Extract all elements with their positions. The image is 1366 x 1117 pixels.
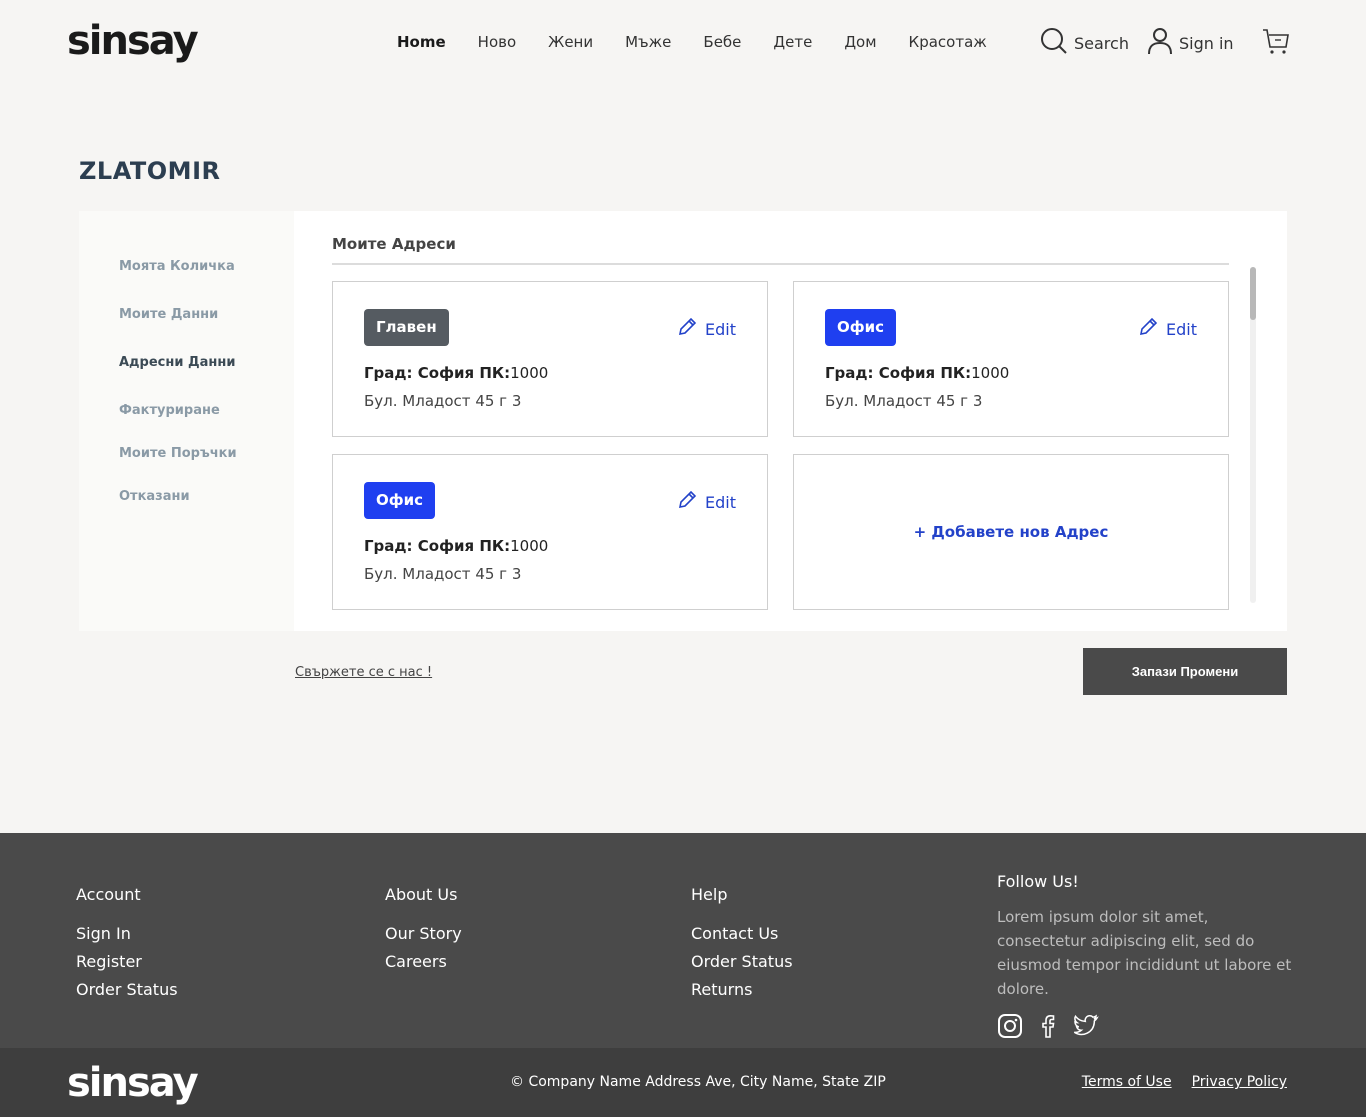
account-panel: Моята Количка Моите Данни Адресни Данни … <box>79 211 1287 631</box>
main-nav: Home Ново Жени Мъже Бебе Дете Дом Красот… <box>397 30 1019 54</box>
footer-brand-logo[interactable]: sinsay <box>67 1060 199 1106</box>
copyright-text: © Company Name Address Ave, City Name, S… <box>510 1074 886 1090</box>
footer-link-returns[interactable]: Returns <box>691 976 793 1004</box>
address-badge: Офис <box>364 482 436 519</box>
cart-icon <box>1261 29 1291 61</box>
nav-item-home[interactable]: Home <box>397 30 446 54</box>
address-city: Град: София ПК:1000 <box>364 537 548 555</box>
nav-item-beauty[interactable]: Красотаж <box>909 30 987 54</box>
footer-heading: Follow Us! <box>997 872 1079 891</box>
address-card: Офис Edit Град: София ПК:1000 Бул. Младо… <box>793 281 1229 437</box>
edit-label: Edit <box>705 319 736 339</box>
search-icon <box>1040 27 1068 59</box>
legal-links: Terms of Use Privacy Policy <box>1082 1074 1287 1090</box>
add-address-card[interactable]: + Добавете нов Адрес <box>793 454 1229 610</box>
footer-link-order-status[interactable]: Order Status <box>691 948 793 976</box>
sidebar-item-my-orders[interactable]: Моите Поръчки <box>119 446 237 461</box>
cart-button[interactable] <box>1261 27 1291 61</box>
nav-item-new[interactable]: Ново <box>478 30 516 54</box>
postcode: 1000 <box>510 537 549 555</box>
sign-in-button[interactable]: Sign in <box>1147 27 1234 59</box>
contact-us-link[interactable]: Свържете се с нас ! <box>295 665 432 680</box>
address-street: Бул. Младост 45 г 3 <box>364 392 522 410</box>
footer-link-register[interactable]: Register <box>76 948 178 976</box>
footer-link-contact-us[interactable]: Contact Us <box>691 920 793 948</box>
footer-heading: About Us <box>385 885 458 904</box>
nav-item-baby[interactable]: Бебе <box>703 30 741 54</box>
twitter-icon[interactable] <box>1073 1013 1099 1043</box>
address-street: Бул. Младост 45 г 3 <box>364 565 522 583</box>
footer-heading: Account <box>76 885 141 904</box>
footer-follow-column: Follow Us! Lorem ipsum dolor sit amet, c… <box>997 872 1297 1043</box>
nav-item-men[interactable]: Мъже <box>625 30 671 54</box>
address-city: Град: София ПК:1000 <box>364 364 548 382</box>
search-label: Search <box>1074 33 1129 53</box>
social-links <box>997 1013 1297 1043</box>
nav-item-women[interactable]: Жени <box>548 30 593 54</box>
edit-address-button[interactable]: Edit <box>1138 317 1197 341</box>
city-label: Град: София ПК: <box>825 364 972 382</box>
sidebar-item-billing[interactable]: Фактуриране <box>119 403 220 418</box>
sidebar-item-cancelled[interactable]: Отказани <box>119 489 190 504</box>
city-label: Град: София ПК: <box>364 364 511 382</box>
sign-in-label: Sign in <box>1179 33 1234 53</box>
address-badge: Главен <box>364 309 449 346</box>
add-address-link[interactable]: + Добавете нов Адрес <box>794 523 1228 541</box>
edit-address-button[interactable]: Edit <box>677 490 736 514</box>
footer-heading: Help <box>691 885 728 904</box>
sidebar-item-my-data[interactable]: Моите Данни <box>119 307 218 322</box>
footer-help-column: Help Contact Us Order Status Returns <box>691 885 793 1004</box>
user-icon <box>1147 27 1173 59</box>
sidebar-item-addresses[interactable]: Адресни Данни <box>119 355 235 370</box>
address-badge: Офис <box>825 309 897 346</box>
site-header: sinsay Home Ново Жени Мъже Бебе Дете Дом… <box>0 0 1366 84</box>
nav-item-kids[interactable]: Дете <box>773 30 812 54</box>
address-card: Главен Edit Град: София ПК:1000 Бул. Мла… <box>332 281 768 437</box>
city-label: Град: София ПК: <box>364 537 511 555</box>
edit-address-button[interactable]: Edit <box>677 317 736 341</box>
postcode: 1000 <box>510 364 549 382</box>
site-footer: Account Sign In Register Order Status Ab… <box>0 833 1366 1048</box>
privacy-policy-link[interactable]: Privacy Policy <box>1192 1074 1287 1090</box>
footer-account-column: Account Sign In Register Order Status <box>76 885 178 1004</box>
address-street: Бул. Младост 45 г 3 <box>825 392 983 410</box>
pencil-icon <box>1138 317 1158 341</box>
sidebar-item-my-cart[interactable]: Моята Количка <box>119 259 235 274</box>
facebook-icon[interactable] <box>1035 1013 1061 1043</box>
address-city: Град: София ПК:1000 <box>825 364 1009 382</box>
terms-of-use-link[interactable]: Terms of Use <box>1082 1074 1172 1090</box>
page-title: ZLATOMIR <box>79 157 221 185</box>
brand-logo[interactable]: sinsay <box>67 18 199 64</box>
footer-bottom-bar: sinsay © Company Name Address Ave, City … <box>0 1048 1366 1117</box>
footer-about-column: About Us Our Story Careers <box>385 885 462 976</box>
account-sidebar: Моята Количка Моите Данни Адресни Данни … <box>79 211 294 631</box>
pencil-icon <box>677 317 697 341</box>
footer-link-sign-in[interactable]: Sign In <box>76 920 178 948</box>
footer-link-careers[interactable]: Careers <box>385 948 462 976</box>
save-changes-button[interactable]: Запази Промени <box>1083 648 1287 695</box>
edit-label: Edit <box>705 492 736 512</box>
nav-item-home-decor[interactable]: Дом <box>844 30 876 54</box>
footer-link-order-status[interactable]: Order Status <box>76 976 178 1004</box>
section-title: Моите Адреси <box>332 235 456 253</box>
instagram-icon[interactable] <box>997 1013 1023 1043</box>
address-card: Офис Edit Град: София ПК:1000 Бул. Младо… <box>332 454 768 610</box>
scrollbar-thumb[interactable] <box>1250 267 1256 320</box>
search-button[interactable]: Search <box>1040 27 1129 59</box>
footer-link-our-story[interactable]: Our Story <box>385 920 462 948</box>
postcode: 1000 <box>971 364 1010 382</box>
edit-label: Edit <box>1166 319 1197 339</box>
footer-follow-text: Lorem ipsum dolor sit amet, consectetur … <box>997 908 1292 998</box>
section-divider <box>332 263 1229 265</box>
pencil-icon <box>677 490 697 514</box>
